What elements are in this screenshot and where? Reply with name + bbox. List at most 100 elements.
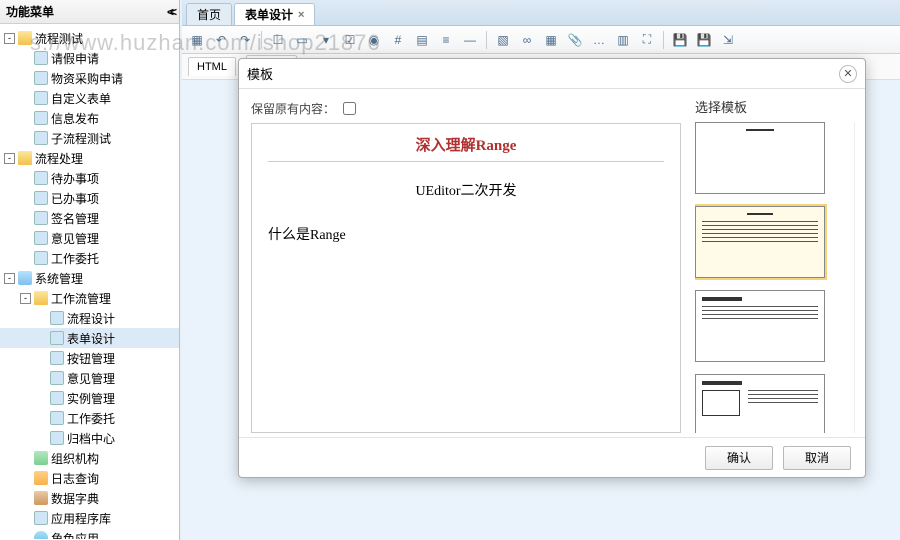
image-icon: ▧ <box>497 33 508 47</box>
redo-button[interactable]: ↷ <box>234 29 256 51</box>
tree-item-label: 按钮管理 <box>67 350 115 367</box>
grid-button[interactable]: ▥ <box>612 29 634 51</box>
doc-icon <box>34 171 48 185</box>
dialog-left-pane: 保留原有内容： 深入理解Range UEditor二次开发 什么是Range <box>251 97 681 433</box>
tree-item-24[interactable]: 应用程序库 <box>0 508 179 528</box>
doc-icon <box>34 211 48 225</box>
tab-close-icon[interactable]: × <box>298 9 304 21</box>
number-icon: # <box>395 33 402 47</box>
tree-item-4[interactable]: 信息发布 <box>0 108 179 128</box>
db-icon <box>34 491 48 505</box>
tree-item-20[interactable]: 归档中心 <box>0 428 179 448</box>
radio-button[interactable]: ◉ <box>363 29 385 51</box>
tree-item-label: 表单设计 <box>67 330 115 347</box>
template-dialog: 模板 ✕ 保留原有内容： 深入理解Range UEditor二次开发 什么是Ra… <box>238 58 866 478</box>
tree-item-0[interactable]: -流程测试 <box>0 28 179 48</box>
fullscreen-icon: ⛶ <box>643 32 651 47</box>
tree-item-10[interactable]: 意见管理 <box>0 228 179 248</box>
tree-item-21[interactable]: 组织机构 <box>0 448 179 468</box>
list-button[interactable]: ≡ <box>435 29 457 51</box>
tree-item-19[interactable]: 工作委托 <box>0 408 179 428</box>
dialog-close-button[interactable]: ✕ <box>839 65 857 83</box>
divider-button[interactable]: — <box>459 29 481 51</box>
tree-toggle-icon[interactable]: - <box>4 273 15 284</box>
save-button[interactable]: 💾 <box>669 29 691 51</box>
attach-button[interactable]: 📎 <box>564 29 586 51</box>
attach-icon: 📎 <box>568 33 583 47</box>
tab-label: 首页 <box>197 6 221 23</box>
input-area-button[interactable]: ▭ <box>291 29 313 51</box>
code-icon: … <box>593 33 605 47</box>
table-button[interactable]: ▦ <box>540 29 562 51</box>
sidebar-header: 功能菜单 << <box>0 0 179 24</box>
tree-item-label: 意见管理 <box>51 230 99 247</box>
tree-toggle-icon[interactable]: - <box>4 153 15 164</box>
doc-icon <box>50 411 64 425</box>
preview-section: 什么是Range <box>268 224 664 244</box>
doc-icon <box>34 191 48 205</box>
number-button[interactable]: # <box>387 29 409 51</box>
tree-item-25[interactable]: 角色应用 <box>0 528 179 539</box>
green-icon <box>34 451 48 465</box>
tree-item-5[interactable]: 子流程测试 <box>0 128 179 148</box>
tree-item-3[interactable]: 自定义表单 <box>0 88 179 108</box>
tree-item-9[interactable]: 签名管理 <box>0 208 179 228</box>
tree-item-1[interactable]: 请假申请 <box>0 48 179 68</box>
doc-icon <box>50 431 64 445</box>
tree-item-17[interactable]: 意见管理 <box>0 368 179 388</box>
tree-item-12[interactable]: -系统管理 <box>0 268 179 288</box>
template-list-label: 选择模板 <box>695 97 855 116</box>
dialog-title: 模板 <box>247 64 273 83</box>
template-thumb-heading-lines[interactable] <box>695 290 825 362</box>
fullscreen-button[interactable]: ⛶ <box>636 29 658 51</box>
input-text-icon: ☐ <box>273 33 284 47</box>
template-preview: 深入理解Range UEditor二次开发 什么是Range <box>251 123 681 433</box>
image-button[interactable]: ▧ <box>492 29 514 51</box>
template-thumb-lined[interactable] <box>695 206 825 278</box>
tree-item-label: 日志查询 <box>51 470 99 487</box>
tree-item-label: 已办事项 <box>51 190 99 207</box>
sidebar-collapse-button[interactable]: << <box>167 5 173 19</box>
link-icon: ∞ <box>523 33 532 47</box>
tree-item-18[interactable]: 实例管理 <box>0 388 179 408</box>
tree-item-13[interactable]: -工作流管理 <box>0 288 179 308</box>
template-thumb-blank[interactable] <box>695 122 825 194</box>
list-icon: ≡ <box>442 33 449 47</box>
tree-item-label: 归档中心 <box>67 430 115 447</box>
source-icon: ▦ <box>191 33 202 47</box>
export-button[interactable]: ⇲ <box>717 29 739 51</box>
tree-toggle-icon[interactable]: - <box>20 293 31 304</box>
tree-item-label: 子流程测试 <box>51 130 111 147</box>
code-button[interactable]: … <box>588 29 610 51</box>
select-button[interactable]: ▾ <box>315 29 337 51</box>
tree-item-8[interactable]: 已办事项 <box>0 188 179 208</box>
tab-0[interactable]: 首页 <box>186 3 232 25</box>
save-as-button[interactable]: 💾 <box>693 29 715 51</box>
table-icon: ▦ <box>545 33 556 47</box>
tree-item-15[interactable]: 表单设计 <box>0 328 179 348</box>
doc-icon <box>34 511 48 525</box>
preview-heading: 深入理解Range <box>268 134 664 162</box>
tree-item-6[interactable]: -流程处理 <box>0 148 179 168</box>
undo-button[interactable]: ↶ <box>210 29 232 51</box>
tree-item-14[interactable]: 流程设计 <box>0 308 179 328</box>
tree-item-7[interactable]: 待办事项 <box>0 168 179 188</box>
html-mode-badge[interactable]: HTML <box>188 57 236 76</box>
tree-toggle-icon[interactable]: - <box>4 33 15 44</box>
tree-item-11[interactable]: 工作委托 <box>0 248 179 268</box>
tree-item-2[interactable]: 物资采购申请 <box>0 68 179 88</box>
source-button[interactable]: ▦ <box>186 29 208 51</box>
ok-button[interactable]: 确认 <box>705 446 773 470</box>
tab-1[interactable]: 表单设计× <box>234 3 315 25</box>
folder-icon <box>34 291 48 305</box>
checkbox-button[interactable]: ☑ <box>339 29 361 51</box>
input-text-button[interactable]: ☐ <box>267 29 289 51</box>
keep-content-checkbox[interactable] <box>343 102 356 115</box>
cancel-button[interactable]: 取消 <box>783 446 851 470</box>
tree-item-22[interactable]: 日志查询 <box>0 468 179 488</box>
template-thumb-image-text[interactable] <box>695 374 825 433</box>
link-button[interactable]: ∞ <box>516 29 538 51</box>
date-button[interactable]: ▤ <box>411 29 433 51</box>
tree-item-23[interactable]: 数据字典 <box>0 488 179 508</box>
tree-item-16[interactable]: 按钮管理 <box>0 348 179 368</box>
